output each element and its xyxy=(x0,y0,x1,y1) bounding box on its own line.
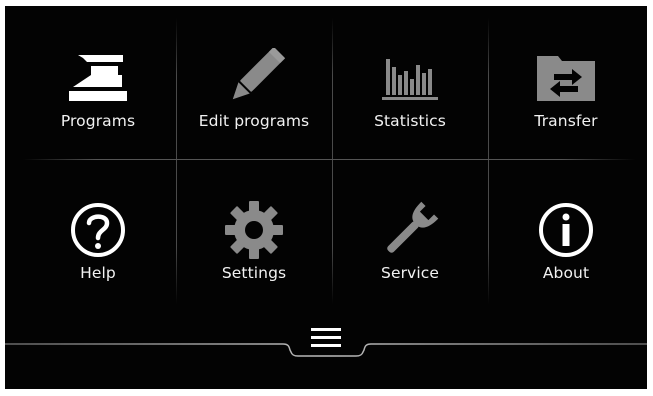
question-circle-icon xyxy=(20,200,176,260)
wrench-icon xyxy=(332,200,488,260)
info-circle-icon xyxy=(488,200,644,260)
tile-label: Settings xyxy=(221,264,287,282)
help-tile[interactable]: Help xyxy=(20,6,176,282)
settings-tile[interactable]: Settings xyxy=(176,6,332,282)
grid-divider xyxy=(23,159,635,160)
about-tile[interactable]: About xyxy=(488,6,644,282)
service-tile[interactable]: Service xyxy=(332,6,488,282)
tile-label: Help xyxy=(80,264,116,282)
hamburger-menu-icon xyxy=(311,328,341,347)
tile-label: About xyxy=(542,264,590,282)
tile-label: Service xyxy=(381,264,439,282)
home-screen: Programs Edit programs Statistics Transf… xyxy=(5,6,647,389)
menu-button[interactable] xyxy=(306,320,346,354)
gear-icon xyxy=(176,200,332,260)
